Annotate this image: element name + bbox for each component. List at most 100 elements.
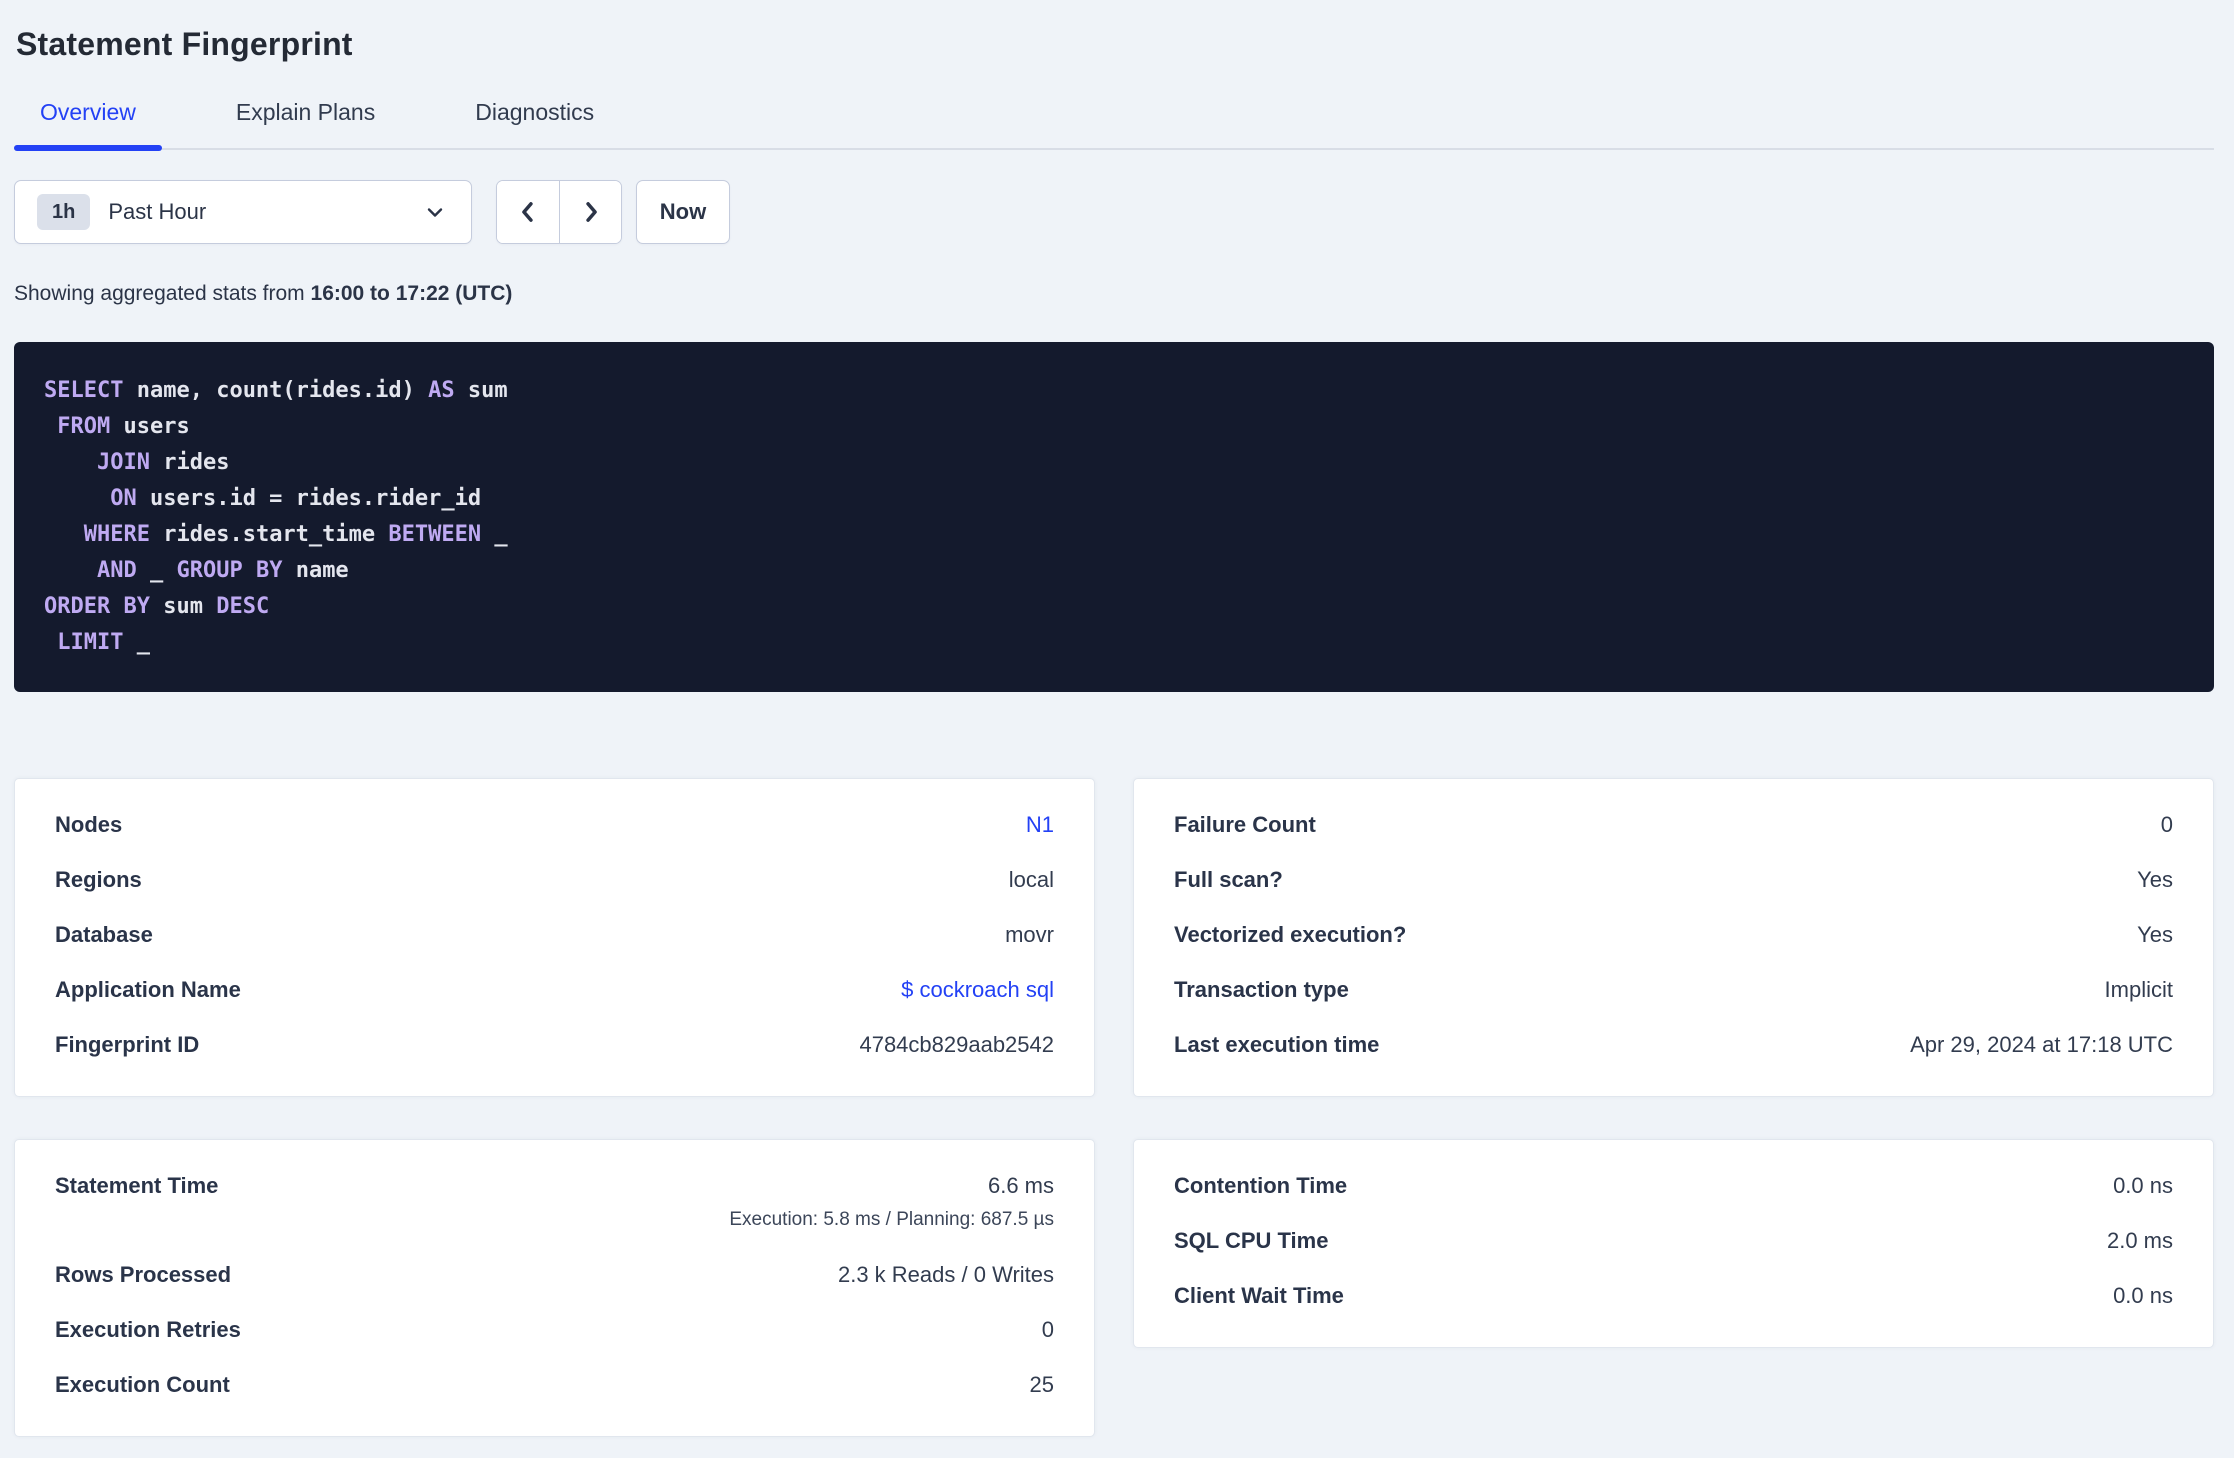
sql-keyword-token: AS [428, 378, 455, 403]
statement-time-breakdown: Execution: 5.8 ms / Planning: 687.5 µs [729, 1209, 1054, 1230]
sql-keyword-token: AND [96, 558, 137, 583]
sql-keyword-token: ON [110, 486, 137, 511]
chevron-left-icon [514, 198, 542, 226]
previous-interval-button[interactable] [497, 181, 559, 243]
sql-text-token: sum [149, 594, 217, 619]
cards-row-stats: Statement Time 6.6 ms Execution: 5.8 ms … [14, 1139, 2214, 1437]
failure-count-row: Failure Count 0 [1134, 797, 2213, 852]
vectorized-execution-label: Vectorized execution? [1174, 922, 1407, 947]
sql-keyword-token: DESC [216, 594, 270, 619]
regions-label: Regions [55, 867, 142, 892]
summary-time-range: 16:00 to 17:22 (UTC) [310, 282, 513, 305]
execution-retries-row: Execution Retries 0 [15, 1302, 1094, 1357]
sql-keyword-token: ORDER BY [44, 594, 150, 619]
last-execution-time-row: Last execution time Apr 29, 2024 at 17:1… [1134, 1017, 2213, 1072]
sql-line: FROM users [44, 409, 2184, 445]
rows-processed-row: Rows Processed 2.3 k Reads / 0 Writes [15, 1247, 1094, 1302]
fingerprint-id-row: Fingerprint ID 4784cb829aab2542 [15, 1017, 1094, 1072]
chevron-down-icon [423, 200, 447, 224]
sql-text-token: sum [454, 378, 508, 403]
contention-time-row: Contention Time 0.0 ns [1134, 1158, 2213, 1213]
fingerprint-id-value: 4784cb829aab2542 [859, 1032, 1054, 1057]
last-execution-time-label: Last execution time [1174, 1032, 1380, 1057]
summary-prefix: Showing aggregated stats from [14, 282, 311, 305]
sql-keyword-token: LIMIT [57, 630, 124, 655]
transaction-type-label: Transaction type [1174, 977, 1349, 1002]
tab-diagnostics[interactable]: Diagnostics [449, 93, 620, 148]
sql-keyword-token: GROUP BY [176, 558, 283, 583]
sql-text-token: _ [123, 630, 150, 655]
sql-cpu-time-label: SQL CPU Time [1174, 1228, 1329, 1253]
time-stats-card: Contention Time 0.0 ns SQL CPU Time 2.0 … [1133, 1139, 2214, 1348]
database-value: movr [1005, 922, 1054, 947]
sql-text-token: name [282, 558, 349, 583]
application-name-label: Application Name [55, 977, 241, 1002]
tab-overview[interactable]: Overview [14, 93, 162, 151]
time-range-picker[interactable]: 1h Past Hour [14, 180, 472, 244]
sql-cpu-time-row: SQL CPU Time 2.0 ms [1134, 1213, 2213, 1268]
contention-time-label: Contention Time [1174, 1173, 1348, 1198]
execution-count-row: Execution Count 25 [15, 1357, 1094, 1412]
next-interval-button[interactable] [559, 181, 621, 243]
sql-line: LIMIT _ [44, 625, 2184, 661]
sql-keyword-token: BETWEEN [388, 522, 482, 547]
nodes-value-link[interactable]: N1 [1026, 811, 1054, 838]
execution-attributes-card: Failure Count 0 Full scan? Yes Vectorize… [1133, 778, 2214, 1097]
tab-explain-plans-label: Explain Plans [235, 99, 376, 125]
fingerprint-id-label: Fingerprint ID [55, 1032, 200, 1057]
sql-line: SELECT name, count(rides.id) AS sum [44, 373, 2184, 409]
sql-text-token [44, 414, 57, 439]
full-scan-label: Full scan? [1174, 867, 1283, 892]
statement-fingerprint-page: Statement Fingerprint Overview Explain P… [0, 0, 2234, 1437]
statement-time-value-block: 6.6 ms Execution: 5.8 ms / Planning: 687… [729, 1172, 1054, 1233]
execution-count-label: Execution Count [55, 1372, 230, 1397]
chevron-right-icon [577, 198, 605, 226]
now-button[interactable]: Now [636, 180, 730, 244]
sql-text-token: rides.start_time [149, 522, 389, 547]
last-execution-time-value: Apr 29, 2024 at 17:18 UTC [1910, 1032, 2173, 1057]
sql-line: AND _ GROUP BY name [44, 553, 2184, 589]
sql-text-token: users.id = rides.rider_id [136, 486, 482, 511]
tab-bar: Overview Explain Plans Diagnostics [14, 93, 2214, 151]
database-row: Database movr [15, 907, 1094, 962]
sql-text-token [44, 486, 110, 511]
sql-keyword-token: WHERE [83, 522, 150, 547]
transaction-type-value: Implicit [2104, 977, 2173, 1002]
sql-text-token: rides [149, 450, 230, 475]
execution-retries-label: Execution Retries [55, 1317, 241, 1342]
client-wait-time-value: 0.0 ns [2113, 1283, 2173, 1308]
time-toolbar: 1h Past Hour Now [14, 180, 2214, 244]
nodes-row: Nodes N1 [15, 797, 1094, 852]
transaction-type-row: Transaction type Implicit [1134, 962, 2213, 1017]
client-wait-time-label: Client Wait Time [1174, 1283, 1344, 1308]
time-range-badge: 1h [37, 194, 91, 230]
sql-text-token [44, 558, 97, 583]
sql-keyword-token: JOIN [96, 450, 150, 475]
statement-time-value: 6.6 ms [987, 1173, 1054, 1198]
cards-row-details: Nodes N1 Regions local Database movr App… [14, 778, 2214, 1097]
time-step-buttons [496, 180, 622, 244]
rows-processed-value: 2.3 k Reads / 0 Writes [837, 1262, 1054, 1287]
tab-explain-plans[interactable]: Explain Plans [210, 93, 401, 148]
sql-line: ON users.id = rides.rider_id [44, 481, 2184, 517]
application-name-value-link[interactable]: $ cockroach sql [901, 976, 1054, 1003]
failure-count-label: Failure Count [1174, 812, 1316, 837]
sql-cpu-time-value: 2.0 ms [2106, 1228, 2173, 1253]
regions-value: local [1008, 867, 1054, 892]
tab-overview-label: Overview [40, 99, 136, 125]
rows-processed-label: Rows Processed [55, 1262, 232, 1287]
sql-text-token: users [110, 414, 190, 439]
sql-keyword-token: FROM [57, 414, 111, 439]
vectorized-execution-row: Vectorized execution? Yes [1134, 907, 2213, 962]
sql-keyword-token: SELECT [44, 378, 124, 403]
sql-box: SELECT name, count(rides.id) AS sum FROM… [14, 342, 2214, 692]
contention-time-value: 0.0 ns [2113, 1173, 2173, 1198]
sql-text-token [44, 522, 84, 547]
execution-count-value: 25 [1029, 1372, 1054, 1397]
client-wait-time-row: Client Wait Time 0.0 ns [1134, 1268, 2213, 1323]
sql-text-token: _ [136, 558, 177, 583]
tab-diagnostics-label: Diagnostics [475, 99, 595, 125]
sql-text-token [44, 450, 97, 475]
regions-row: Regions local [15, 852, 1094, 907]
sql-line: JOIN rides [44, 445, 2184, 481]
